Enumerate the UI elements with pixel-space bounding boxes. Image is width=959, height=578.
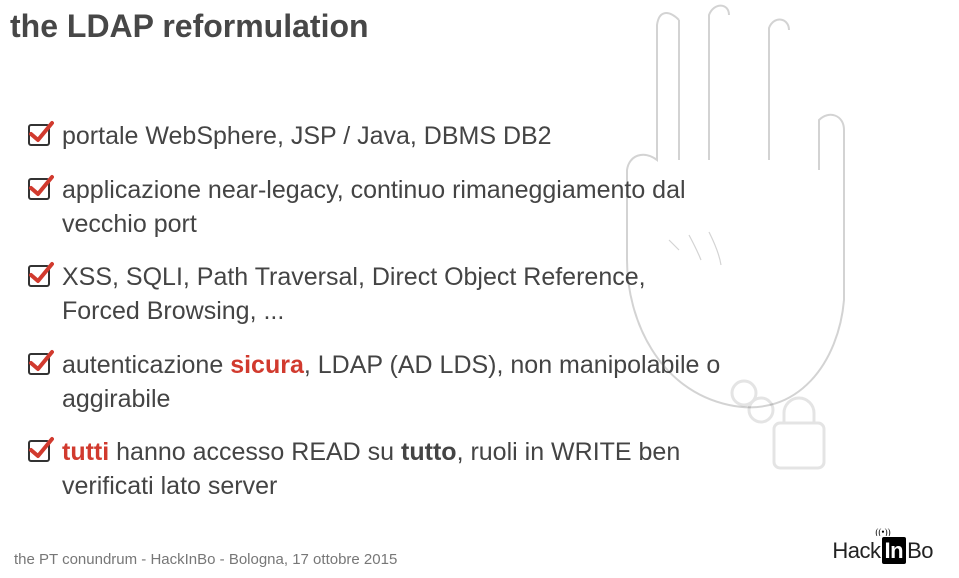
slide: the LDAP reformulation portale WebSphere… xyxy=(0,0,959,578)
wifi-icon: ((•)) xyxy=(867,528,899,536)
bullet-row: XSS, SQLI, Path Traversal, Direct Object… xyxy=(28,261,728,329)
bullet-row: tutti hanno accesso READ su tutto, ruoli… xyxy=(28,436,728,504)
checkbox-icon xyxy=(28,124,50,146)
logo-text: HackInBo xyxy=(832,538,933,564)
bullet-text: applicazione near-legacy, continuo riman… xyxy=(62,174,728,242)
logo-in: In xyxy=(882,537,907,564)
checkbox-icon xyxy=(28,353,50,375)
logo-hack: Hack xyxy=(832,538,880,563)
bullet-list: portale WebSphere, JSP / Java, DBMS DB2 a… xyxy=(28,120,728,524)
bullet-text: XSS, SQLI, Path Traversal, Direct Object… xyxy=(62,261,728,329)
event-logo: ((•)) HackInBo xyxy=(832,528,933,564)
checkbox-icon xyxy=(28,440,50,462)
bullet-row: portale WebSphere, JSP / Java, DBMS DB2 xyxy=(28,120,728,154)
checkbox-icon xyxy=(28,265,50,287)
svg-text:((•)): ((•)) xyxy=(875,528,890,536)
logo-bo: Bo xyxy=(907,538,933,563)
lock-illustration xyxy=(719,368,839,488)
slide-title: the LDAP reformulation xyxy=(10,8,369,45)
footer-text: the PT conundrum - HackInBo - Bologna, 1… xyxy=(14,551,397,568)
bullet-text: autenticazione sicura, LDAP (AD LDS), no… xyxy=(62,349,728,417)
checkbox-icon xyxy=(28,178,50,200)
bullet-row: autenticazione sicura, LDAP (AD LDS), no… xyxy=(28,349,728,417)
bullet-text: tutti hanno accesso READ su tutto, ruoli… xyxy=(62,436,728,504)
bullet-row: applicazione near-legacy, continuo riman… xyxy=(28,174,728,242)
bullet-text: portale WebSphere, JSP / Java, DBMS DB2 xyxy=(62,120,552,154)
